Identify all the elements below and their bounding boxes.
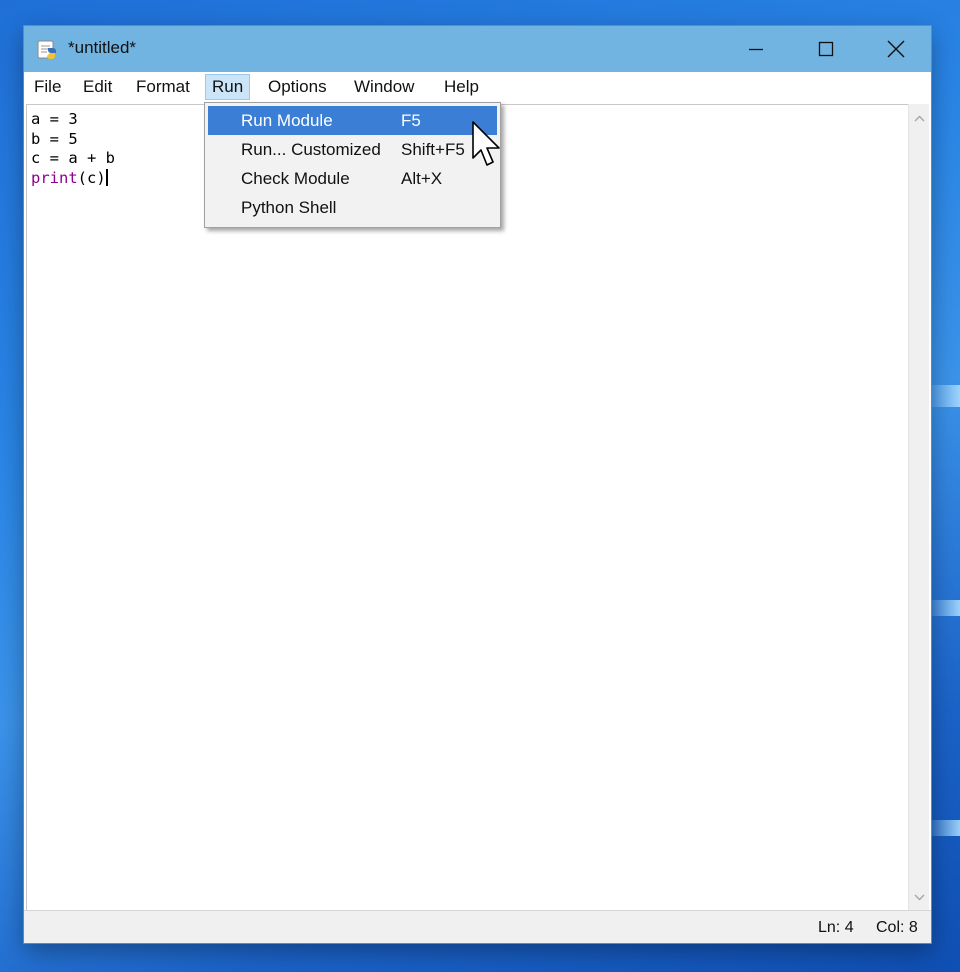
menu-item-label: Check Module xyxy=(241,169,350,188)
chevron-down-icon[interactable] xyxy=(909,887,930,907)
menu-run[interactable]: Run xyxy=(205,74,251,100)
menu-window[interactable]: Window xyxy=(348,74,420,100)
menu-item-shortcut: Shift+F5 xyxy=(401,140,465,159)
menu-file[interactable]: File xyxy=(28,74,67,100)
code-line: print(c) xyxy=(31,168,115,189)
code-line: a = 3 xyxy=(31,110,78,128)
maximize-button[interactable] xyxy=(791,26,861,72)
code-args: (c) xyxy=(77,168,106,187)
menu-format[interactable]: Format xyxy=(130,74,196,100)
code-line: b = 5 xyxy=(31,129,78,148)
menu-help[interactable]: Help xyxy=(438,74,485,100)
close-icon xyxy=(887,40,905,58)
menu-item-label: Python Shell xyxy=(241,198,337,217)
menu-item-run-module[interactable]: Run Module F5 xyxy=(208,106,497,135)
minimize-icon xyxy=(749,48,763,51)
status-bar: Ln: 4 Col: 8 xyxy=(24,910,931,943)
menu-item-check-module[interactable]: Check Module Alt+X xyxy=(208,164,497,193)
menu-item-shortcut: Alt+X xyxy=(401,169,443,188)
desktop-light-streak xyxy=(930,385,960,407)
menu-bar: File Edit Format Run Options Window Help xyxy=(24,72,931,102)
vertical-scrollbar[interactable] xyxy=(908,104,929,910)
mouse-pointer-icon xyxy=(472,121,500,166)
maximize-icon xyxy=(818,41,834,57)
column-indicator: Col: 8 xyxy=(876,919,918,936)
line-indicator: Ln: 4 xyxy=(818,919,854,936)
window-title: *untitled* xyxy=(68,38,137,57)
menu-item-run-customized[interactable]: Run... Customized Shift+F5 xyxy=(208,135,497,164)
menu-item-shortcut: F5 xyxy=(401,111,421,130)
idle-python-icon xyxy=(37,40,56,59)
close-button[interactable] xyxy=(861,26,931,72)
menu-edit[interactable]: Edit xyxy=(77,74,118,100)
text-caret xyxy=(105,168,108,186)
code-line: c = a + b xyxy=(31,149,115,167)
code-text: a = 3b = 5c = a + b print(c) xyxy=(31,110,115,188)
menu-item-label: Run... Customized xyxy=(241,140,381,159)
keyword-print: print xyxy=(31,168,78,187)
menu-item-label: Run Module xyxy=(241,111,333,130)
menu-options[interactable]: Options xyxy=(262,74,333,100)
run-menu-dropdown: Run Module F5 Run... Customized Shift+F5… xyxy=(204,102,501,228)
chevron-up-icon[interactable] xyxy=(909,108,930,128)
menu-item-python-shell[interactable]: Python Shell xyxy=(208,193,497,222)
minimize-button[interactable] xyxy=(721,26,791,72)
desktop-light-streak xyxy=(930,820,960,836)
desktop-light-streak xyxy=(930,600,960,616)
title-bar[interactable]: *untitled* xyxy=(24,26,931,72)
